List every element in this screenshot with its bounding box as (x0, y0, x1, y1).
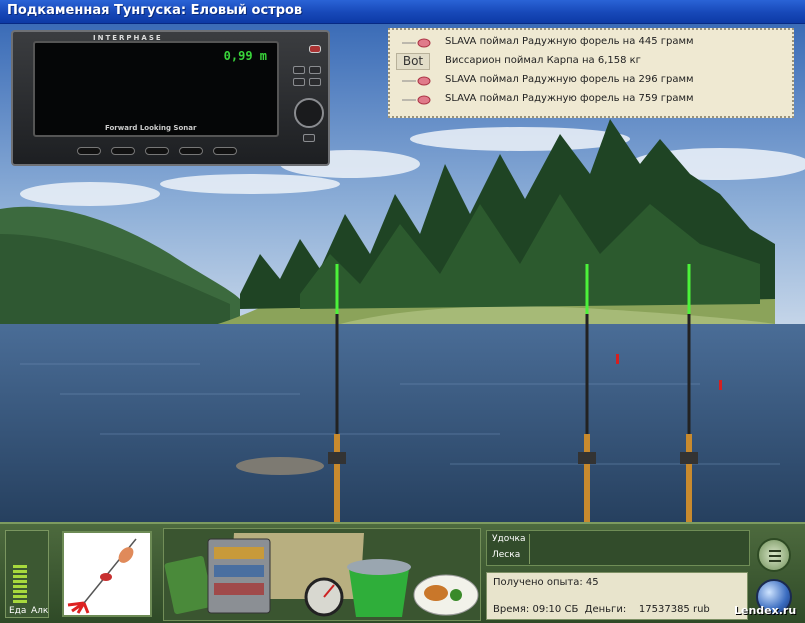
sonar-dpad[interactable] (294, 98, 324, 128)
chat-log: SLAVA поймал Радужную форель на 445 грам… (388, 28, 794, 118)
experience-text: Получено опыта: 45 (493, 577, 599, 588)
sonar-soft-button[interactable] (145, 147, 169, 155)
window-titlebar: Подкаменная Тунгуска: Еловый остров (0, 0, 805, 24)
sonar-soft-button[interactable] (111, 147, 135, 155)
food-level (13, 563, 27, 603)
sonar-key[interactable] (309, 78, 321, 86)
chat-text: SLAVA поймал Радужную форель на 296 грам… (445, 74, 694, 85)
menu-button[interactable] (757, 538, 791, 572)
chat-text: Виссарион поймал Карпа на 6,158 кг (445, 55, 641, 66)
bot-tag: Bot (396, 53, 430, 70)
current-lure[interactable] (62, 531, 152, 617)
lure-icon (402, 95, 431, 105)
float-icon (719, 380, 722, 390)
sonar-key[interactable] (309, 66, 321, 74)
alcohol-label: Алк (31, 606, 49, 616)
sonar-key[interactable] (293, 66, 305, 74)
chat-entry: Bot Виссарион поймал Карпа на 6,158 кг (390, 52, 792, 71)
status-box: Получено опыта: 45 Время: 09:10 СБ Деньг… (486, 572, 748, 620)
food-label: Еда (9, 606, 27, 616)
sonar-key[interactable] (293, 78, 305, 86)
chat-entry: SLAVA поймал Радужную форель на 296 грам… (390, 71, 792, 90)
food-alcohol-meter: Еда Алк (5, 530, 49, 618)
sonar-soft-button[interactable] (77, 147, 101, 155)
bottom-panel: Еда Алк Удочка Леска Получено опыта: 45 … (0, 522, 805, 623)
tackle-info: Удочка Леска (486, 530, 750, 566)
sonar-soft-button[interactable] (179, 147, 203, 155)
river (0, 324, 805, 522)
float-icon (616, 354, 619, 364)
time-money-text: Время: 09:10 СБ Деньги: 17537385 rub (493, 604, 710, 615)
sonar-screen: 0,99 m Forward Looking Sonar (33, 41, 279, 137)
chat-entry: SLAVA поймал Радужную форель на 759 грам… (390, 90, 792, 109)
window-title: Подкаменная Тунгуска: Еловый остров (7, 3, 303, 18)
stone (236, 457, 324, 475)
sonar-depth: 0,99 m (223, 49, 267, 63)
sonar-device[interactable]: 0,99 m Forward Looking Sonar INTERPHASE (11, 30, 330, 166)
watermark: Lendex.ru (734, 604, 797, 617)
spinner-lure-icon (67, 538, 137, 614)
rod-label: Удочка (492, 534, 526, 544)
gear-art (164, 529, 480, 620)
sonar-caption: Forward Looking Sonar (105, 124, 197, 132)
sonar-soft-button[interactable] (213, 147, 237, 155)
inventory-gear[interactable] (163, 528, 481, 621)
chat-entry: SLAVA поймал Радужную форель на 445 грам… (390, 33, 792, 52)
sonar-power-button[interactable] (309, 45, 321, 53)
sonar-key[interactable] (303, 134, 315, 142)
sonar-brand: INTERPHASE (93, 34, 163, 42)
chat-text: SLAVA поймал Радужную форель на 759 грам… (445, 93, 694, 104)
lure-icon (402, 76, 431, 86)
lure-icon (402, 38, 431, 48)
chat-text: SLAVA поймал Радужную форель на 445 грам… (445, 36, 694, 47)
fish-bucket-icon (349, 569, 409, 617)
line-label: Леска (492, 550, 521, 560)
